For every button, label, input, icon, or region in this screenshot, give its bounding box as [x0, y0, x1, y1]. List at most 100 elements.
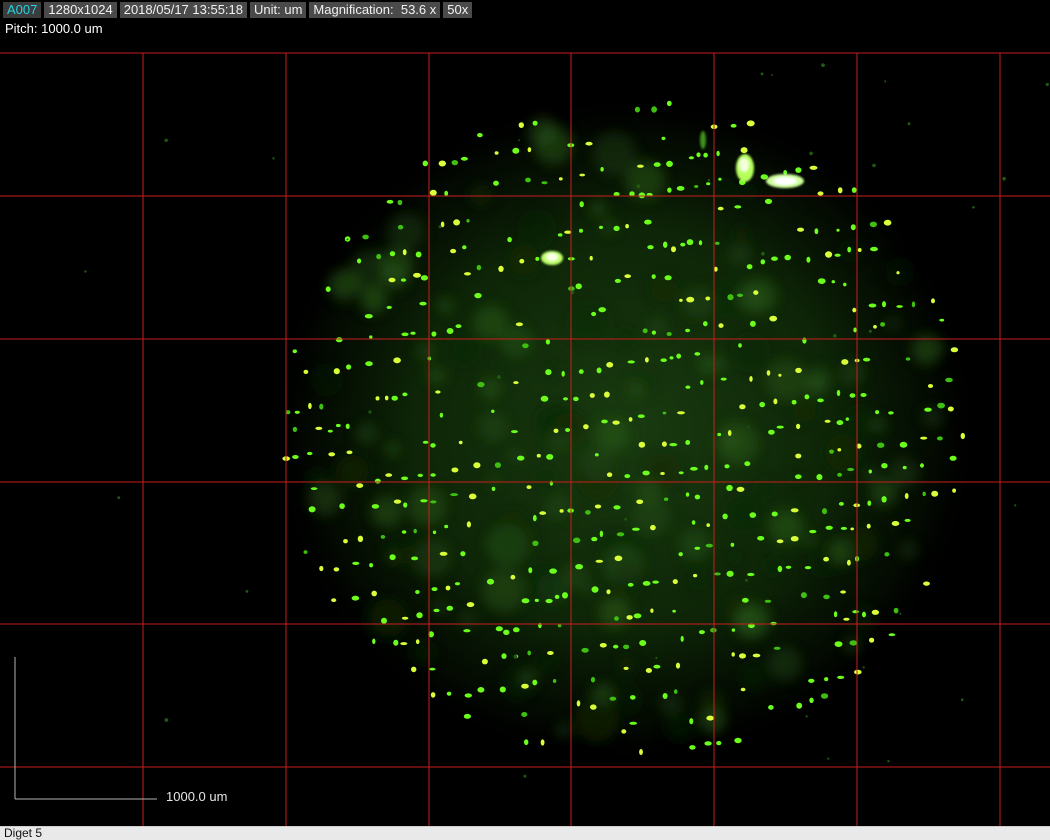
fluorescent-spot — [875, 410, 880, 415]
fluorescent-spot — [598, 307, 606, 313]
fluorescent-spot — [583, 424, 589, 430]
background-speck — [771, 74, 773, 76]
microscope-viewport[interactable]: A007 1280x1024 2018/05/17 13:55:18 Unit: um… — [0, 0, 1050, 826]
fluorescent-spot — [599, 643, 607, 648]
fluorescent-spot — [410, 331, 416, 335]
fluorescent-spot — [869, 637, 875, 643]
fluorescent-spot — [769, 315, 778, 322]
fluorescent-spot — [652, 580, 659, 584]
fluorescent-spot — [822, 508, 827, 515]
fluorescent-spot — [776, 539, 784, 544]
fluorescent-spot — [866, 523, 871, 529]
fluorescent-spot — [386, 199, 394, 204]
fluorescent-spot — [453, 219, 460, 226]
fluorescent-spot — [850, 527, 854, 531]
fluorescent-spot — [600, 167, 604, 172]
background-speck — [346, 238, 349, 241]
fluorescent-spot — [388, 277, 396, 283]
fluorescent-spot — [521, 712, 528, 717]
fluorescent-spot — [507, 237, 512, 243]
background-speck — [760, 72, 764, 76]
background-speck — [84, 270, 87, 273]
fluorescent-spot — [679, 298, 683, 302]
fluorescent-spot — [431, 587, 438, 592]
fluorescent-spot — [306, 451, 313, 456]
fluorescent-spot — [768, 429, 775, 435]
fluorescent-spot — [357, 258, 362, 264]
fluorescent-spot — [519, 258, 525, 264]
fluorescent-spot — [693, 573, 698, 578]
fluorescent-spot — [891, 521, 900, 526]
fluorescent-spot — [557, 624, 562, 628]
fluorescent-spot — [613, 505, 621, 510]
fluorescent-spot — [686, 239, 694, 246]
fluorescent-spot — [849, 393, 856, 398]
fluorescent-spot — [749, 512, 757, 518]
fluorescent-spot — [730, 542, 735, 547]
fluorescent-spot — [949, 455, 957, 461]
fluorescent-spot — [698, 630, 705, 635]
fluorescent-spot — [642, 581, 651, 586]
fluorescent-spot — [599, 225, 603, 229]
fluorescent-spot — [744, 461, 751, 467]
fluorescent-spot — [653, 162, 661, 167]
fluorescent-spot — [494, 462, 501, 468]
fluorescent-spot — [837, 472, 842, 477]
fluorescent-spot — [797, 227, 804, 232]
fluorescent-spot — [413, 272, 421, 278]
fluorescent-spot — [642, 470, 650, 476]
fluorescent-spot — [840, 526, 848, 530]
fluorescent-spot — [734, 737, 742, 744]
objective-tag: 50x — [443, 2, 473, 18]
fluorescent-spot — [415, 251, 422, 258]
fluorescent-spot — [546, 454, 554, 460]
background-speck — [761, 251, 765, 256]
fluorescent-spot — [849, 640, 858, 646]
fluorescent-spot — [920, 436, 928, 440]
fluorescent-spot — [785, 565, 792, 569]
fluorescent-spot — [678, 552, 683, 557]
fluorescent-spot — [420, 499, 428, 503]
fluorescent-spot — [308, 402, 312, 410]
fluorescent-spot — [706, 182, 711, 186]
fluorescent-spot — [836, 389, 841, 397]
fluorescent-spot — [345, 423, 350, 429]
fluorescent-spot — [536, 453, 541, 458]
fluorescent-spot — [704, 741, 712, 746]
fluorescent-spot — [451, 467, 459, 473]
fluorescent-spot — [616, 532, 625, 537]
fluorescent-spot — [922, 491, 926, 497]
magnification-tag: Magnification: 53.6 x — [309, 2, 441, 18]
fluorescent-spot — [402, 249, 407, 256]
fluorescent-spot — [809, 529, 817, 534]
fluorescent-spot — [685, 440, 691, 445]
fluorescent-spot — [666, 160, 673, 167]
fluorescent-spot — [357, 535, 364, 542]
fluorescent-spot — [624, 274, 631, 279]
fluorescent-spot — [823, 556, 829, 562]
fluorescent-spot — [845, 417, 849, 421]
fluorescent-spot — [710, 627, 717, 633]
fluorescent-spot — [893, 607, 899, 614]
fluorescent-spot — [685, 385, 691, 389]
fluorescent-spot — [476, 264, 482, 271]
fluorescent-spot — [804, 394, 810, 400]
fluorescent-spot — [661, 136, 666, 141]
fluorescent-spot — [614, 278, 622, 283]
fluorescent-spot — [937, 402, 945, 409]
fluorescent-spot — [899, 441, 908, 448]
fluorescent-spot — [393, 639, 399, 646]
fluorescent-spot — [960, 432, 965, 440]
fluorescent-spot — [626, 615, 633, 620]
fluorescent-spot — [331, 598, 337, 603]
background-speck — [827, 757, 830, 760]
fluorescent-spot — [486, 578, 495, 585]
fluorescent-spot — [831, 280, 835, 284]
fluorescent-spot — [460, 551, 466, 557]
background-speck — [117, 496, 121, 499]
background-speck — [1045, 82, 1049, 87]
fluorescent-spot — [495, 626, 503, 632]
fluorescent-spot — [820, 693, 829, 699]
fluorescent-spot — [736, 486, 745, 492]
fluorescent-spot — [715, 241, 720, 245]
